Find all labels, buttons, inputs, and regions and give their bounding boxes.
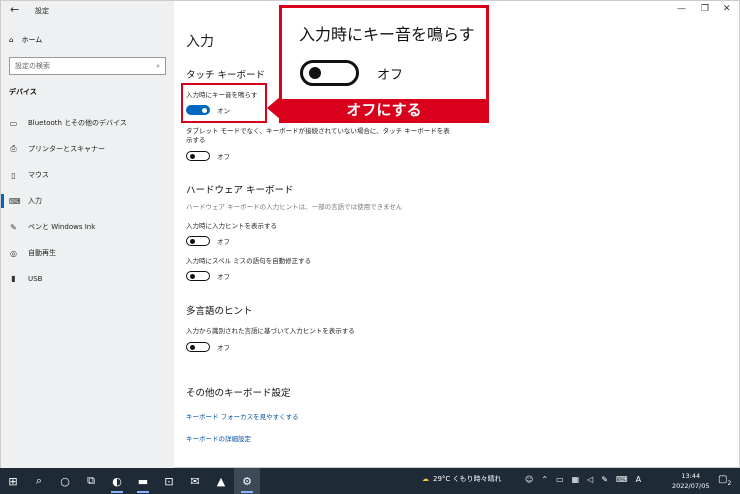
hardware-keyboard-desc: ハードウェア キーボードの入力ヒントは、一部の言語では使用できません (186, 203, 403, 211)
touch-keyboard-heading: タッチ キーボード (186, 70, 266, 81)
zoom-toggle-state: オフ (377, 67, 404, 83)
sidebar-item-label: マウス (28, 171, 49, 179)
keyboard-focus-link[interactable]: キーボード フォーカスを見やすくする (186, 411, 299, 421)
sidebar-item-printers[interactable]: ⎙ プリンターとスキャナー (9, 144, 105, 154)
home-icon: ⌂ (9, 36, 14, 44)
highlight-box (181, 83, 267, 123)
label-line-1: タブレット モードでなく、キーボードが接続されていない場合に、タッチ キーボード… (186, 127, 450, 135)
toggle-state: オフ (217, 344, 230, 352)
show-touch-keyboard-toggle[interactable]: オフ (186, 151, 230, 161)
active-indicator (1, 194, 4, 208)
close-icon[interactable]: ✕ (723, 4, 731, 14)
show-touch-keyboard-label: タブレット モードでなく、キーボードが接続されていない場合に、タッチ キーボード… (186, 127, 450, 145)
sidebar-item-label: 自動再生 (28, 249, 56, 257)
toggle-state: オフ (217, 273, 230, 281)
edge-icon[interactable]: ◐ (104, 468, 130, 494)
back-arrow-icon[interactable]: ← (10, 3, 19, 16)
toggle-state: オフ (217, 238, 230, 246)
label-line-2: 示する (186, 136, 206, 144)
windows-start-icon[interactable]: ⊞ (0, 468, 26, 494)
ime-indicator[interactable]: A (636, 475, 641, 484)
minimize-icon[interactable]: — (677, 4, 686, 14)
clock-date: 2022/07/05 (672, 482, 710, 490)
photos-icon[interactable]: ▲ (208, 468, 234, 494)
battery-icon[interactable]: ▭ (556, 475, 564, 484)
network-icon[interactable]: ▦ (572, 475, 580, 484)
pen-icon: ✎ (10, 222, 17, 232)
search-icon: ⌕ (156, 61, 160, 70)
search-input[interactable]: 設定の検索 ⌕ (9, 57, 166, 75)
multilingual-label: 入力から識別された言語に基づいて入力ヒントを表示する (186, 327, 355, 335)
weather-text: 29°C くもり時々晴れ (433, 475, 502, 483)
people-icon[interactable]: ☺ (525, 475, 533, 484)
restore-icon[interactable]: ❐ (701, 4, 709, 14)
clock[interactable]: 13:44 2022/07/05 (672, 471, 709, 491)
autoplay-icon: ◎ (10, 248, 17, 258)
toggle-switch-off[interactable] (186, 271, 210, 281)
mouse-icon: ▯ (11, 170, 16, 180)
sidebar-item-mouse[interactable]: ▯ マウス (9, 170, 49, 180)
multilingual-heading: 多言語のヒント (186, 306, 253, 317)
toggle-switch-off[interactable] (186, 236, 210, 246)
sidebar-item-bluetooth[interactable]: ▭ Bluetooth とその他のデバイス (9, 118, 127, 128)
store-icon[interactable]: ⊡ (156, 468, 182, 494)
sidebar-item-label: ペンと Windows Ink (28, 223, 96, 231)
sidebar-item-autoplay[interactable]: ◎ 自動再生 (9, 248, 56, 258)
show-hints-label: 入力時に入力ヒントを表示する (186, 222, 277, 230)
zoom-title: 入力時にキー音を鳴らす (299, 25, 475, 44)
autocorrect-toggle[interactable]: オフ (186, 271, 230, 281)
hardware-keyboard-heading: ハードウェア キーボード (186, 185, 294, 196)
weather-widget[interactable]: ☁ 29°C くもり時々晴れ (422, 474, 502, 484)
printer-icon: ⎙ (10, 144, 17, 153)
toggle-switch-off[interactable] (186, 151, 210, 161)
sidebar-item-label: 入力 (28, 197, 42, 205)
bluetooth-icon: ▭ (9, 118, 18, 128)
pen-icon[interactable]: ✎ (601, 475, 608, 484)
show-hints-toggle[interactable]: オフ (186, 236, 230, 246)
volume-icon[interactable]: ◁ (587, 475, 593, 484)
multilingual-toggle[interactable]: オフ (186, 342, 230, 352)
sidebar-item-typing[interactable]: ⌨ 入力 (9, 196, 42, 206)
window-title: 設定 (35, 7, 49, 15)
sidebar-item-usb[interactable]: ▮ USB (9, 274, 42, 283)
search-placeholder: 設定の検索 (15, 62, 50, 70)
cloud-sun-icon: ☁ (422, 475, 429, 483)
clock-time: 13:44 (681, 472, 701, 480)
notification-count: 2 (727, 480, 732, 487)
callout-label: オフにする (282, 99, 486, 120)
autocorrect-label: 入力時にスペル ミスの語句を自動修正する (186, 257, 312, 265)
settings-window: ← 設定 — ❐ ✕ ⌂ ホーム 設定の検索 ⌕ デバイス ▭ Bluetoot… (0, 0, 740, 468)
sidebar-home[interactable]: ⌂ ホーム (9, 35, 42, 45)
cortana-icon[interactable]: ○ (52, 468, 78, 494)
sidebar-item-label: USB (28, 274, 43, 283)
zoom-callout-panel: 入力時にキー音を鳴らす オフ オフにする (279, 5, 489, 123)
notifications-icon[interactable]: ▢2 (718, 474, 731, 487)
search-icon[interactable]: ⌕ (26, 468, 52, 494)
settings-icon[interactable]: ⚙ (234, 468, 260, 494)
sidebar-home-label: ホーム (21, 36, 43, 44)
sidebar-item-pen[interactable]: ✎ ペンと Windows Ink (9, 222, 95, 232)
keyboard-icon: ⌨ (9, 196, 21, 206)
chevron-up-icon[interactable]: ⌃ (541, 475, 548, 484)
zoom-toggle-switch-off (300, 60, 359, 86)
other-settings-heading: その他のキーボード設定 (186, 388, 291, 399)
sidebar-item-label: Bluetooth とその他のデバイス (28, 119, 127, 127)
sidebar-item-label: プリンターとスキャナー (28, 145, 105, 153)
toggle-switch-off[interactable] (186, 342, 210, 352)
page-title: 入力 (186, 34, 214, 50)
system-tray: ☺ ⌃ ▭ ▦ ◁ ✎ ⌨ A (525, 475, 641, 484)
zoom-toggle: オフ (300, 60, 403, 86)
file-explorer-icon[interactable]: ▬ (130, 468, 156, 494)
taskbar: ⊞ ⌕ ○ ⧉ ◐ ▬ ⊡ ✉ ▲ ⚙ ☁ 29°C くもり時々晴れ ☺ ⌃ ▭… (0, 468, 740, 494)
keyboard-icon[interactable]: ⌨ (616, 475, 628, 484)
sidebar-section-title: デバイス (9, 88, 37, 96)
toggle-state: オフ (217, 153, 230, 161)
task-view-icon[interactable]: ⧉ (78, 468, 104, 494)
usb-icon: ▮ (11, 274, 16, 283)
mail-icon[interactable]: ✉ (182, 468, 208, 494)
advanced-keyboard-link[interactable]: キーボードの詳細設定 (186, 433, 251, 443)
